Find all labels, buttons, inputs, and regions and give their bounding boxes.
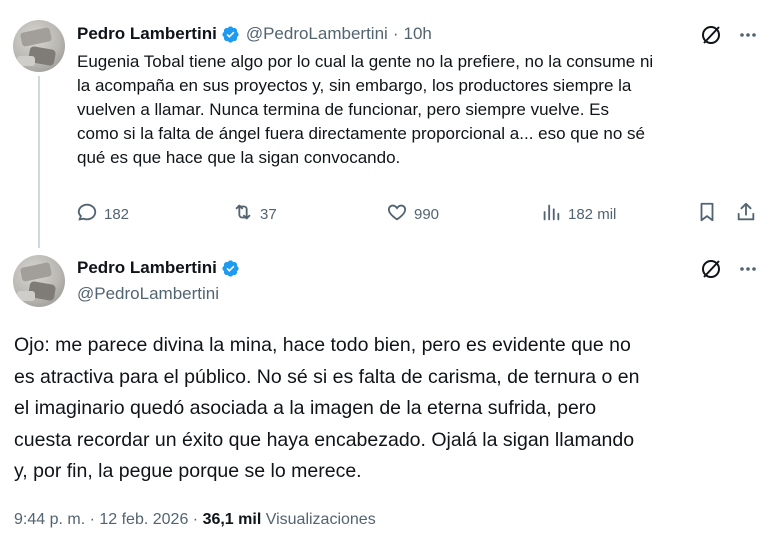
views-icon [540, 201, 568, 227]
separator: · [392, 24, 399, 43]
repost-button[interactable]: 37 [232, 201, 277, 227]
share-button[interactable] [735, 201, 763, 227]
grok-icon[interactable] [700, 258, 722, 280]
thread-connector-line [38, 76, 40, 248]
more-icon[interactable] [738, 25, 758, 45]
verified-badge-icon[interactable] [221, 25, 240, 44]
avatar[interactable] [13, 255, 65, 307]
tweet2-top-actions [700, 258, 758, 280]
tweet-meta: 9:44 p. m. · 12 feb. 2026 · 36,1 mil Vis… [14, 511, 376, 529]
share-icon [735, 201, 763, 227]
like-count: 990 [414, 205, 440, 223]
tweet1-header: Pedro Lambertini @PedroLambertini · 10h [77, 24, 432, 44]
views-count: 182 mil [568, 205, 617, 223]
author-handle[interactable]: @PedroLambertini [77, 284, 219, 304]
verified-badge-icon[interactable] [221, 259, 240, 278]
author-name[interactable]: Pedro Lambertini [77, 258, 217, 278]
reply-icon [76, 201, 104, 227]
author-name[interactable]: Pedro Lambertini [77, 24, 217, 44]
view-label: Visualizaciones [261, 511, 376, 528]
grok-icon[interactable] [700, 24, 722, 46]
author-handle[interactable]: @PedroLambertini [246, 24, 388, 44]
bookmark-button[interactable] [696, 201, 724, 227]
like-button[interactable]: 990 [386, 201, 439, 227]
tweet-text: Eugenia Tobal tiene algo por lo cual la … [77, 52, 654, 167]
repost-icon [232, 201, 260, 227]
reply-button[interactable]: 182 [76, 201, 129, 227]
tweet-timestamp[interactable]: 9:44 p. m. · 12 feb. 2026 · [14, 511, 203, 528]
bookmark-icon [696, 201, 724, 227]
tweet-actions-bar: 182 37 990 182 mil [76, 201, 766, 223]
tweet2-header: Pedro Lambertini [77, 258, 240, 278]
repost-count: 37 [260, 205, 277, 223]
reply-count: 182 [104, 205, 130, 223]
avatar[interactable] [13, 20, 65, 72]
tweet1-top-actions [700, 24, 758, 46]
view-count: 36,1 mil [202, 511, 262, 528]
tweet-time[interactable]: 10h [403, 24, 431, 44]
like-icon [386, 201, 414, 227]
tweet-text: Ojo: me parece divina la mina, hace todo… [14, 334, 640, 482]
more-icon[interactable] [738, 259, 758, 279]
views-button[interactable]: 182 mil [540, 201, 616, 227]
